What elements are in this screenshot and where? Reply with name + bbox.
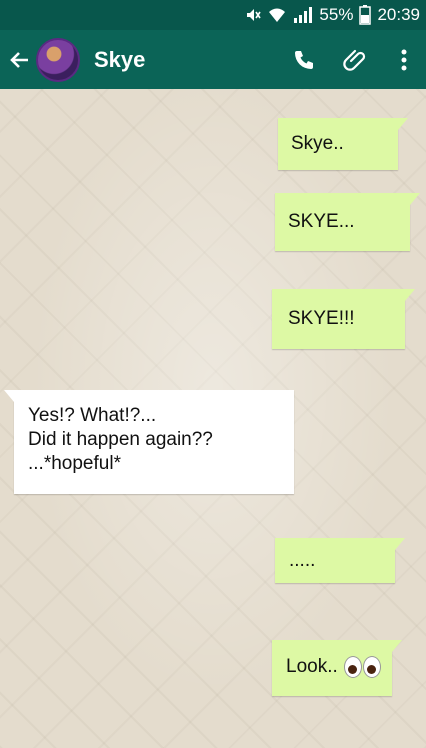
message-text: SKYE...	[288, 211, 355, 232]
app-bar: Skye	[0, 30, 426, 89]
message-bubble-outgoing[interactable]: Skye..	[278, 118, 408, 170]
message-bubble-outgoing[interactable]: .....	[275, 538, 405, 583]
message-text: Look..	[286, 656, 338, 677]
more-options-button[interactable]	[382, 30, 426, 89]
attach-button[interactable]	[330, 30, 382, 89]
chat-area[interactable]: Skye.. SKYE... SKYE!!! Yes!? What!?... D…	[0, 89, 426, 748]
clock: 20:39	[377, 5, 420, 24]
paperclip-icon	[343, 49, 366, 71]
message-text: Yes!? What!?... Did it happen again?? ..…	[28, 405, 213, 474]
wifi-icon	[267, 6, 287, 24]
message-bubble-outgoing[interactable]: Look..	[272, 640, 402, 696]
status-bar: 55% 20:39	[0, 0, 426, 30]
message-bubble-outgoing[interactable]: SKYE...	[275, 193, 420, 251]
message-text: Skye..	[291, 133, 344, 154]
call-button[interactable]	[278, 30, 330, 89]
back-button[interactable]	[2, 30, 36, 89]
battery-percent: 55%	[319, 5, 354, 24]
message-bubble-incoming[interactable]: Yes!? What!?... Did it happen again?? ..…	[4, 390, 294, 494]
message-bubble-outgoing[interactable]: SKYE!!!	[272, 289, 415, 349]
arrow-back-icon	[10, 51, 28, 68]
avatar[interactable]	[36, 37, 80, 82]
mute-icon	[243, 6, 262, 24]
battery-icon	[359, 5, 372, 25]
contact-name[interactable]: Skye	[94, 47, 278, 73]
message-text: .....	[289, 550, 316, 571]
signal-icon	[293, 6, 313, 24]
message-text: SKYE!!!	[288, 308, 355, 329]
eyes-emoji	[343, 655, 382, 678]
more-vertical-icon	[401, 49, 407, 70]
phone-icon	[295, 50, 313, 69]
